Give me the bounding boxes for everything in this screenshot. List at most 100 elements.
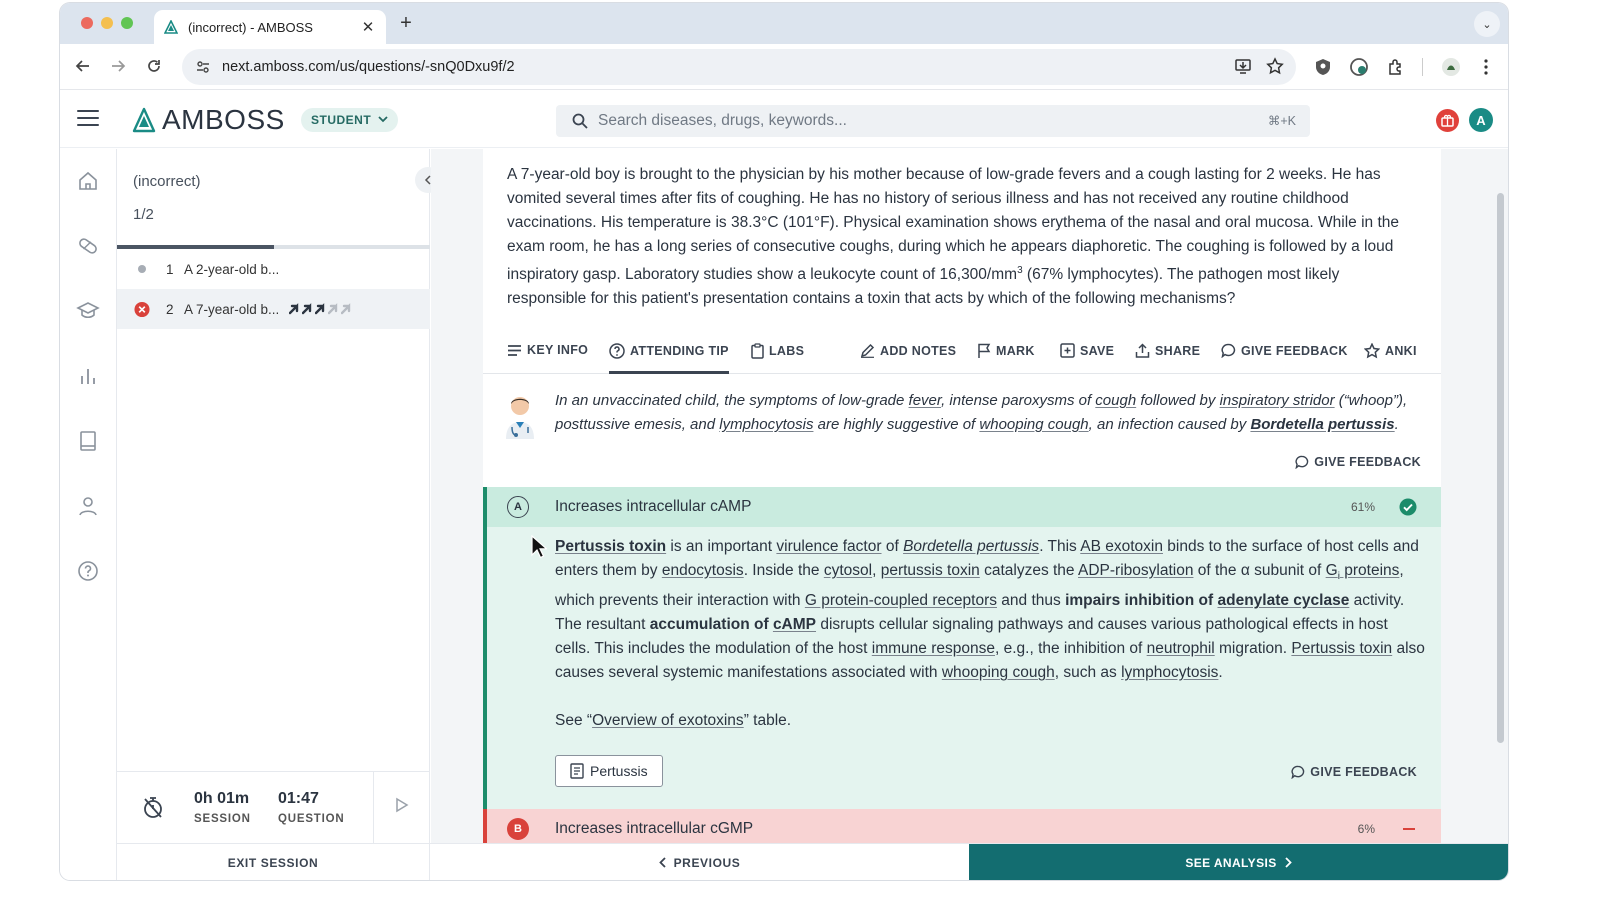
- link-pertussis-toxin[interactable]: Pertussis toxin: [555, 538, 666, 555]
- profile-avatar[interactable]: [1440, 56, 1462, 78]
- answer-text: Increases intracellular cGMP: [555, 820, 754, 837]
- see-analysis-button[interactable]: SEE ANALYSIS: [969, 844, 1508, 880]
- maximize-window-button[interactable]: [121, 17, 133, 29]
- stopwatch-off-icon[interactable]: [142, 795, 164, 819]
- answer-percentage: 6%: [1357, 822, 1375, 836]
- tip-give-feedback-button[interactable]: GIVE FEEDBACK: [1295, 455, 1421, 469]
- question-card: A 7-year-old boy is brought to the physi…: [483, 149, 1441, 843]
- link-adp-ribosylation[interactable]: ADP-ribosylation: [1078, 562, 1193, 579]
- link-immune-response[interactable]: immune response: [872, 640, 995, 657]
- key-info-tab[interactable]: KEY INFO: [507, 343, 588, 357]
- reload-button[interactable]: [143, 55, 165, 77]
- menu-hamburger-icon[interactable]: [77, 110, 99, 126]
- install-app-icon[interactable]: [1234, 57, 1252, 75]
- clipboard-icon: [751, 343, 764, 359]
- link-gpcr[interactable]: G protein-coupled receptors: [805, 592, 997, 609]
- link-fever[interactable]: fever: [909, 392, 942, 409]
- close-window-button[interactable]: [81, 17, 93, 29]
- minus-icon: [1403, 828, 1415, 830]
- save-button[interactable]: SAVE: [1060, 343, 1114, 358]
- list-lines-icon: [508, 344, 521, 356]
- link-pertussis-toxin[interactable]: pertussis toxin: [881, 562, 980, 579]
- pertussis-article-button[interactable]: Pertussis: [555, 755, 663, 787]
- extensions-puzzle-icon[interactable]: [1385, 56, 1407, 78]
- user-avatar[interactable]: A: [1469, 108, 1493, 132]
- question-list-item[interactable]: 2 A 7-year-old b...: [117, 289, 430, 329]
- main-scrollbar[interactable]: [1497, 193, 1504, 743]
- search-bar[interactable]: ⌘+K: [556, 105, 1310, 137]
- link-bordetella-pertussis[interactable]: Bordetella pertussis: [1250, 416, 1394, 433]
- link-lymphocytosis[interactable]: lymphocytosis: [1121, 664, 1218, 681]
- help-icon[interactable]: [76, 559, 100, 583]
- link-lymphocytosis[interactable]: lymphocytosis: [719, 416, 813, 433]
- link-bordetella-pertussis[interactable]: Bordetella pertussis: [903, 538, 1039, 555]
- gift-icon[interactable]: [1436, 109, 1459, 132]
- link-endocytosis[interactable]: endocytosis: [662, 562, 744, 579]
- link-virulence-factor[interactable]: virulence factor: [776, 538, 881, 555]
- doctor-avatar-icon: [506, 397, 534, 439]
- answer-explanation: Pertussis toxin is an important virulenc…: [555, 535, 1425, 733]
- difficulty-chevron-icon: [289, 303, 299, 315]
- attending-tip-label: ATTENDING TIP: [630, 344, 729, 358]
- site-settings-icon[interactable]: [188, 59, 218, 75]
- extension-lock-icon[interactable]: [1348, 56, 1370, 78]
- mark-button[interactable]: MARK: [977, 343, 1035, 359]
- browser-tab-strip: (incorrect) - AMBOSS ✕ + ⌄: [60, 3, 1508, 44]
- book-icon[interactable]: [76, 429, 100, 453]
- link-gi-proteins[interactable]: Gi proteins: [1326, 562, 1400, 582]
- answer-a-header[interactable]: A Increases intracellular cAMP 61%: [487, 487, 1441, 527]
- chevron-right-icon: [1285, 857, 1292, 868]
- new-tab-button[interactable]: +: [396, 12, 416, 35]
- question-list-item[interactable]: 1 A 2-year-old b...: [117, 249, 430, 289]
- link-adenylate-cyclase[interactable]: adenylate cyclase: [1217, 592, 1349, 609]
- bar-chart-icon[interactable]: [76, 364, 100, 388]
- difficulty-rating: [289, 303, 354, 315]
- link-cough[interactable]: cough: [1095, 392, 1136, 409]
- link-neutrophil[interactable]: neutrophil: [1147, 640, 1215, 657]
- attending-tip-text: In an unvaccinated child, the symptoms o…: [555, 392, 1408, 433]
- previous-button[interactable]: PREVIOUS: [430, 844, 969, 880]
- play-icon[interactable]: [395, 797, 409, 813]
- see-table-line: See “Overview of exotoxins” table.: [555, 712, 792, 730]
- main-content: A 7-year-old boy is brought to the physi…: [431, 149, 1508, 843]
- question-circle-icon: [609, 343, 625, 359]
- search-input[interactable]: [598, 112, 1238, 130]
- forward-button[interactable]: [107, 55, 129, 77]
- role-selector[interactable]: STUDENT: [301, 108, 399, 132]
- address-bar[interactable]: next.amboss.com/us/questions/-snQ0Dxu9f/…: [182, 49, 1296, 85]
- link-camp[interactable]: cAMP: [773, 616, 816, 633]
- minimize-window-button[interactable]: [101, 17, 113, 29]
- attending-tip-panel: In an unvaccinated child, the symptoms o…: [483, 375, 1441, 487]
- timer-divider: [373, 772, 374, 844]
- speech-bubble-icon: [1221, 343, 1236, 358]
- anki-button[interactable]: ANKI: [1364, 343, 1417, 359]
- labs-tab[interactable]: LABS: [751, 343, 804, 359]
- link-ab-exotoxin[interactable]: AB exotoxin: [1080, 538, 1163, 555]
- link-overview-of-exotoxins[interactable]: Overview of exotoxins: [592, 712, 744, 729]
- link-whooping-cough[interactable]: whooping cough: [942, 664, 1055, 681]
- pill-icon[interactable]: [76, 234, 100, 258]
- extension-shield-icon[interactable]: [1312, 56, 1334, 78]
- bookmark-star-icon[interactable]: [1266, 57, 1284, 75]
- browser-tab[interactable]: (incorrect) - AMBOSS ✕: [154, 10, 386, 44]
- give-feedback-button[interactable]: GIVE FEEDBACK: [1221, 343, 1348, 358]
- answer-give-feedback-button[interactable]: GIVE FEEDBACK: [1291, 765, 1417, 779]
- back-button[interactable]: [72, 55, 94, 77]
- user-profile-icon[interactable]: [76, 494, 100, 518]
- add-notes-button[interactable]: ADD NOTES: [860, 343, 956, 358]
- home-icon[interactable]: [76, 169, 100, 193]
- tab-search-button[interactable]: ⌄: [1474, 11, 1500, 37]
- link-inspiratory-stridor[interactable]: inspiratory stridor: [1220, 392, 1335, 409]
- close-tab-icon[interactable]: ✕: [360, 18, 376, 36]
- previous-label: PREVIOUS: [673, 855, 741, 870]
- link-cytosol[interactable]: cytosol: [824, 562, 872, 579]
- link-pertussis-toxin[interactable]: Pertussis toxin: [1291, 640, 1392, 657]
- browser-menu-icon[interactable]: [1475, 56, 1497, 78]
- exit-session-button[interactable]: EXIT SESSION: [117, 844, 430, 880]
- attending-tip-tab[interactable]: ATTENDING TIP: [609, 343, 729, 374]
- answer-option-b[interactable]: B Increases intracellular cGMP 6%: [483, 809, 1441, 843]
- share-button[interactable]: SHARE: [1135, 343, 1200, 358]
- graduation-cap-icon[interactable]: [76, 299, 100, 323]
- amboss-logo[interactable]: AMBOSS: [132, 104, 285, 136]
- link-whooping-cough[interactable]: whooping cough: [979, 416, 1088, 433]
